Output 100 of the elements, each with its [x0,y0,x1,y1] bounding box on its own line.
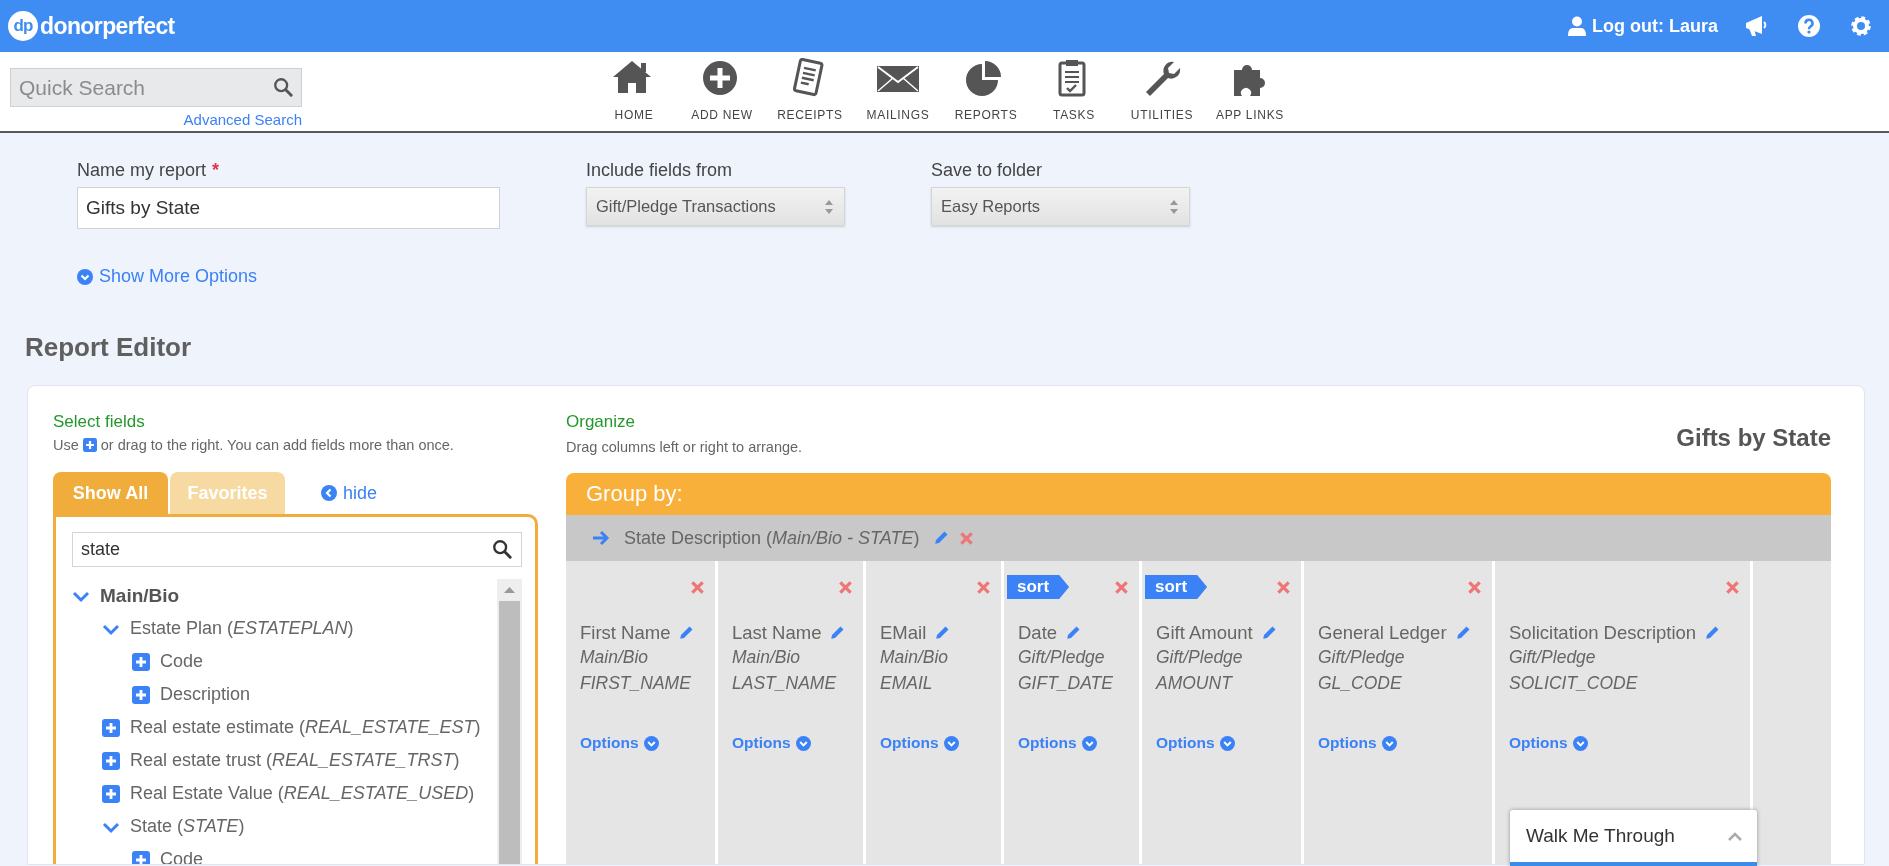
walk-me-through-menu[interactable]: Walk Me Through [1510,810,1757,866]
options-link[interactable]: Options [1509,734,1568,752]
field-label: Save to folder [931,159,1043,181]
sort-caret-icon [824,198,834,215]
advanced-search-link[interactable]: Advanced Search [183,111,302,128]
report-column[interactable]: sort Gift Amount Gift/Pledge AMOUNT Options [1142,561,1301,864]
column-title: First Name [580,622,671,644]
report-name-field[interactable]: Gifts by State [77,187,500,229]
logo-text[interactable]: donorperfect [40,12,175,40]
plus-icon[interactable] [132,652,150,671]
column-field-code: GL_CODE [1318,672,1403,695]
chevron-circle-icon [1219,735,1235,751]
pencil-icon[interactable] [678,625,695,641]
column-field-code: GIFT_DATE [1018,672,1114,695]
show-more-options-link[interactable]: Show More Options [99,266,258,287]
options-link[interactable]: Options [1318,734,1377,752]
logo-mark[interactable]: dp [8,11,38,41]
plus-icon[interactable] [132,685,150,704]
options-link[interactable]: Options [732,734,791,752]
hint-text: or drag to the right. You can add fields more than once. [100,437,454,453]
nav-item[interactable]: UTILITIES [1118,52,1206,131]
nav-item[interactable]: APP LINKS [1206,52,1294,131]
report-column[interactable]: Last Name Main/Bio LAST_NAME Options [718,561,863,864]
group-by-bar: Group by: [566,473,1831,515]
search-icon[interactable] [492,539,512,559]
options-link[interactable]: Options [880,734,939,752]
hint-text: Use [53,437,79,453]
scrollbar-thumb[interactable] [499,601,520,864]
delete-icon[interactable] [976,579,991,595]
column-source: Main/Bio [580,646,650,669]
nav-item[interactable]: ADD NEW [678,52,766,131]
search-field[interactable]: Quick Search [10,68,302,107]
nav-item[interactable]: HOME [590,52,678,131]
field-item[interactable]: Real estate estimate (REAL_ESTATE_EST) [130,717,481,738]
plus-icon[interactable] [102,718,120,737]
column-field-code: AMOUNT [1156,672,1234,695]
field-item[interactable]: Description [160,684,251,705]
pencil-icon[interactable] [1454,625,1471,641]
group-field: State Description (Main/Bio - STATE) [624,527,920,549]
field-item[interactable]: Real estate trust (REAL_ESTATE_TRST) [130,750,460,771]
column-field-code: SOLICIT_CODE [1509,672,1639,695]
arrow-right-icon [592,530,610,546]
column-title: Solicitation Description [1509,622,1697,644]
delete-icon[interactable] [1114,579,1129,595]
report-title: Gifts by State [1676,424,1831,453]
logout-link[interactable]: Log out: Laura [1592,15,1718,37]
delete-icon[interactable] [690,579,705,595]
pencil-icon[interactable] [934,625,951,641]
report-column[interactable]: First Name Main/Bio FIRST_NAME Options [566,561,715,864]
delete-icon[interactable] [1467,579,1482,595]
hint-text: Drag columns left or right to arrange. [566,439,803,455]
chevron-circle-icon [1081,735,1097,751]
field-search-field[interactable]: state [72,532,522,567]
nav-item[interactable]: MAILINGS [854,52,942,131]
plus-icon[interactable] [132,850,150,864]
select-field[interactable]: Gift/Pledge Transactions [586,187,845,226]
field-item[interactable]: Code [160,651,204,672]
required-mark: * [212,159,220,181]
hide-link[interactable]: hide [343,482,378,504]
column-title: Date [1018,622,1058,644]
field-label: Include fields from [586,159,733,181]
options-link[interactable]: Options [1156,734,1215,752]
report-column[interactable]: General Ledger Gift/Pledge GL_CODE Options [1304,561,1492,864]
nav-item[interactable]: REPORTS [942,52,1030,131]
options-link[interactable]: Options [580,734,639,752]
field-group[interactable]: Main/Bio [100,584,180,607]
field-group[interactable]: Estate Plan (ESTATEPLAN) [130,618,354,639]
chevron-circle-icon [795,735,811,751]
delete-icon[interactable] [1276,579,1291,595]
delete-icon[interactable] [838,579,853,595]
column-field-code: LAST_NAME [732,672,838,695]
delete-icon[interactable] [1725,579,1740,595]
delete-icon[interactable] [959,530,975,546]
report-column[interactable]: EMail Main/Bio EMAIL Options [866,561,1001,864]
field-group[interactable]: State (STATE) [130,816,245,837]
column-title: General Ledger [1318,622,1447,644]
plus-icon[interactable] [102,751,120,770]
pencil-icon[interactable] [829,625,846,641]
select-field[interactable]: Easy Reports [931,187,1190,226]
settings-icon[interactable] [1850,15,1872,37]
plus-icon [82,438,97,452]
column-title: Last Name [732,622,822,644]
help-icon[interactable] [1798,15,1820,37]
pencil-icon[interactable] [1260,625,1277,641]
pencil-icon[interactable] [1704,625,1721,641]
nav-item[interactable]: RECEIPTS [766,52,854,131]
pencil-icon[interactable] [933,530,950,546]
pencil-icon[interactable] [1065,625,1082,641]
search-icon[interactable] [273,77,293,97]
chevron-circle-icon [1381,735,1397,751]
section-label: Select fields [53,412,146,432]
chevron-circle-icon [1572,735,1588,751]
report-column[interactable]: sort Date Gift/Pledge GIFT_DATE Options [1004,561,1139,864]
sort-tag[interactable]: sort [1007,575,1070,599]
options-link[interactable]: Options [1018,734,1077,752]
sort-tag[interactable]: sort [1145,575,1208,599]
plus-icon[interactable] [102,784,120,803]
sort-caret-icon [1169,198,1179,215]
nav-item[interactable]: TASKS [1030,52,1118,131]
field-item[interactable]: Real Estate Value (REAL_ESTATE_USED) [130,783,475,804]
